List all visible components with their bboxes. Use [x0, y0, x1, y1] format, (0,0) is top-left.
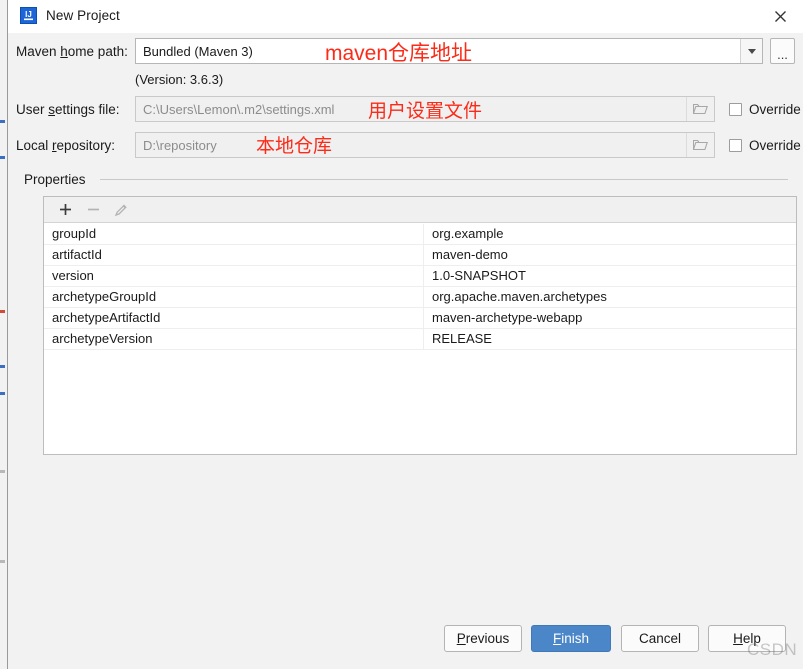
properties-group-separator	[100, 179, 788, 180]
intellij-idea-icon: IJ	[20, 7, 37, 24]
minus-icon	[80, 199, 106, 221]
label-mnemonic: P	[456, 631, 466, 646]
property-value: 1.0-SNAPSHOT	[432, 268, 526, 283]
table-row[interactable]: artifactId maven-demo	[44, 245, 796, 266]
property-key: groupId	[44, 224, 424, 244]
bg-mark	[0, 392, 5, 395]
user-settings-file-value: C:\Users\Lemon\.m2\settings.xml	[143, 101, 335, 117]
new-project-dialog: IJ New Project Maven home path: Bundled …	[8, 0, 803, 669]
maven-home-path-combobox[interactable]: Bundled (Maven 3)	[135, 38, 763, 64]
local-repository-input[interactable]: D:\repository	[135, 132, 715, 158]
label-part-post: elp	[742, 631, 761, 646]
help-button-label: Help	[733, 631, 761, 646]
pencil-icon	[108, 199, 134, 221]
label-mnemonic: F	[552, 631, 562, 646]
bg-mark	[0, 560, 5, 563]
background-ide-strip	[0, 0, 8, 669]
folder-icon[interactable]	[686, 133, 714, 157]
label-part-post: epository:	[56, 138, 116, 153]
label-part-post: inish	[561, 631, 589, 646]
properties-table-toolbar	[44, 197, 796, 223]
label-part-post: revious	[465, 631, 510, 646]
property-value: org.example	[432, 226, 504, 241]
maven-home-path-value: Bundled (Maven 3)	[143, 43, 253, 59]
label-part-post: ettings file:	[55, 102, 120, 117]
finish-button[interactable]: Finish	[531, 625, 611, 652]
properties-table-body: groupId org.example artifactId maven-dem…	[44, 224, 796, 350]
property-key: archetypeArtifactId	[44, 308, 424, 328]
maven-version-note: (Version: 3.6.3)	[135, 72, 224, 87]
user-settings-override-label: Override	[749, 102, 801, 117]
local-repository-override-label: Override	[749, 138, 801, 153]
bg-mark	[0, 156, 5, 159]
bg-mark	[0, 310, 5, 313]
dialog-title: New Project	[46, 8, 120, 23]
label-part-pre: Local	[16, 138, 53, 153]
property-value: maven-demo	[432, 247, 508, 262]
label-part-pre: User	[16, 102, 49, 117]
previous-button[interactable]: Previous	[444, 625, 522, 652]
label-mnemonic: h	[60, 44, 68, 59]
property-key: artifactId	[44, 245, 424, 265]
help-button[interactable]: Help	[708, 625, 786, 652]
dialog-titlebar: IJ New Project	[8, 0, 803, 33]
folder-icon[interactable]	[686, 97, 714, 121]
user-settings-override-checkbox[interactable]: Override	[729, 102, 801, 117]
table-row[interactable]: archetypeArtifactId maven-archetype-weba…	[44, 308, 796, 329]
property-value: org.apache.maven.archetypes	[432, 289, 607, 304]
bg-mark	[0, 120, 5, 123]
property-key: archetypeVersion	[44, 329, 424, 349]
bg-mark	[0, 365, 5, 368]
table-row[interactable]: version 1.0-SNAPSHOT	[44, 266, 796, 287]
maven-home-browse-button[interactable]: ...	[770, 38, 795, 64]
label-part-pre: Maven	[16, 44, 61, 59]
table-row[interactable]: archetypeGroupId org.apache.maven.archet…	[44, 287, 796, 308]
cancel-button-label: Cancel	[638, 631, 682, 646]
maven-home-path-label: Maven home path:	[16, 44, 128, 59]
svg-text:IJ: IJ	[25, 10, 32, 19]
user-settings-file-label: User settings file:	[16, 102, 120, 117]
label-mnemonic: H	[733, 631, 743, 646]
local-repository-label: Local repository:	[16, 138, 115, 153]
label-part-post: ome path:	[67, 44, 128, 59]
bg-mark	[0, 470, 5, 473]
label-mnemonic: s	[48, 102, 56, 117]
table-row[interactable]: archetypeVersion RELEASE	[44, 329, 796, 350]
plus-icon[interactable]	[52, 199, 78, 221]
checkbox-box[interactable]	[729, 103, 742, 116]
property-key: version	[44, 266, 424, 286]
property-key: archetypeGroupId	[44, 287, 424, 307]
chevron-down-icon[interactable]	[740, 39, 762, 63]
table-row[interactable]: groupId org.example	[44, 224, 796, 245]
user-settings-file-input[interactable]: C:\Users\Lemon\.m2\settings.xml	[135, 96, 715, 122]
previous-button-label: Previous	[457, 631, 510, 646]
property-value: maven-archetype-webapp	[432, 310, 583, 325]
checkbox-box[interactable]	[729, 139, 742, 152]
local-repository-value: D:\repository	[143, 137, 217, 153]
finish-button-label: Finish	[553, 631, 589, 646]
local-repository-override-checkbox[interactable]: Override	[729, 138, 801, 153]
properties-group-title: Properties	[24, 172, 92, 187]
property-value: RELEASE	[432, 331, 492, 346]
close-icon[interactable]	[757, 0, 803, 33]
properties-table-panel: groupId org.example artifactId maven-dem…	[43, 196, 797, 455]
cancel-button[interactable]: Cancel	[621, 625, 699, 652]
